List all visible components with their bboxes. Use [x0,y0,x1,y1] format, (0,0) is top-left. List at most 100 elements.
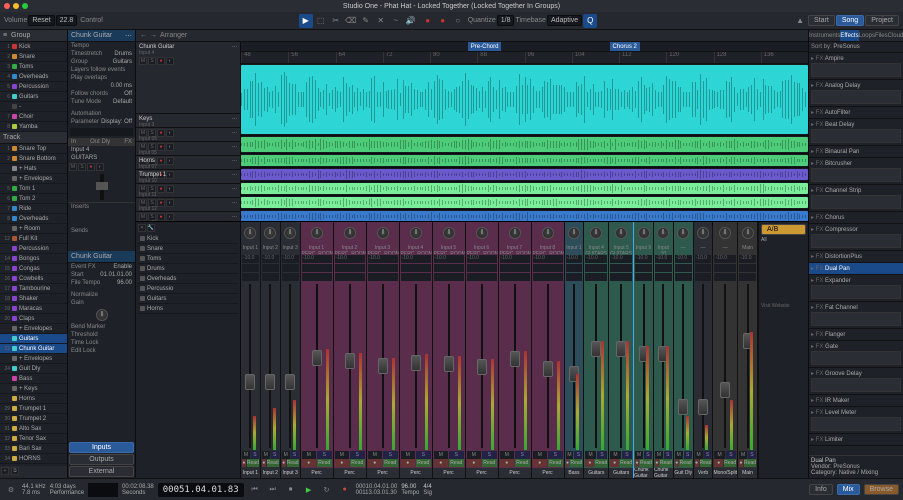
mute-btn[interactable]: M [635,451,643,459]
info-btn[interactable]: Info [809,484,833,495]
read-btn[interactable]: Read [640,459,652,467]
read-btn[interactable]: Read [548,459,563,467]
read-btn[interactable]: Read [515,459,530,467]
pan-knob[interactable] [410,227,422,239]
mute-btn[interactable]: M [610,451,620,459]
nav-back-icon[interactable]: ← [140,32,147,39]
tracks-header[interactable]: Track [0,132,67,144]
add-track-icon[interactable]: + [1,467,9,475]
pan-knob[interactable] [568,227,580,239]
pan-knob[interactable] [264,227,276,239]
ruler[interactable]: 48566472808896104112120128136 [241,52,808,64]
mute-btn[interactable]: M [675,451,683,459]
arm-all-icon[interactable]: ○ [451,14,465,28]
group-item[interactable]: - [0,102,67,112]
solo-btn[interactable]: S [548,451,563,459]
track-item[interactable]: 19Maracas [0,304,67,314]
track-item[interactable]: 5Tom 1 [0,184,67,194]
mix-group[interactable]: Drums [138,264,238,274]
pan-knob[interactable] [719,227,731,239]
rec-btn[interactable]: ● [610,459,619,467]
track-item[interactable]: + Envelopes [0,324,67,334]
min-dot[interactable] [13,3,19,9]
rec-btn[interactable]: ● [335,459,350,467]
mixer-wrench-icon[interactable]: 🔧 [147,224,155,232]
read-btn[interactable]: Read [449,459,464,467]
browser-tab[interactable]: Effects [840,30,858,41]
track-item[interactable]: 6Tom 2 [0,194,67,204]
mute-tool-icon[interactable]: ✕ [374,14,388,28]
track-header[interactable]: Trumpet 1⋯Input 10MS●◐ [136,170,240,184]
pan-knob[interactable] [244,227,256,239]
listen-tool-icon[interactable]: 🔊 [404,14,418,28]
ffwd-icon[interactable]: ⏭ [266,483,280,497]
pan-knob[interactable] [476,227,488,239]
track-item[interactable]: 18Shaker [0,294,67,304]
pre-roll-icon[interactable]: ● [436,14,450,28]
marker-lane[interactable]: Pre-ChordChorus 2 [241,42,808,52]
max-dot[interactable] [22,3,28,9]
solo-btn[interactable]: S [726,451,736,459]
auto-punch-icon[interactable]: ● [421,14,435,28]
mute-btn[interactable]: M [695,451,703,459]
pan-knob[interactable] [443,227,455,239]
rec-btn[interactable]: ● [242,459,246,467]
effect-item[interactable]: ▸ FX AutoFilter [809,107,903,119]
track-item[interactable]: 8Overheads [0,214,67,224]
mute-btn[interactable]: M [401,451,416,459]
read-btn[interactable]: Read [267,459,279,467]
audio-clip[interactable] [241,183,808,194]
param-value[interactable]: 22.8 [56,15,78,26]
solo-btn[interactable]: S [597,451,607,459]
effect-item[interactable]: ▸ FX Limiter [809,434,903,446]
browser-tab[interactable]: Cloud [888,30,903,41]
mixer-channel[interactable]: Input 4 PERC_ROOM -10.0 MS ●Read Perc [400,222,433,478]
effect-item[interactable]: ▸ FX Flanger [809,329,903,341]
browser-tab[interactable]: Files [875,30,888,41]
track-item[interactable]: + Room [0,224,67,234]
track-item[interactable]: 14Bongos [0,254,67,264]
fader-handle[interactable] [720,382,730,398]
track-item[interactable]: Percussion [0,244,67,254]
mute-btn[interactable]: M [533,451,548,459]
browser-tab[interactable]: Loops [859,30,875,41]
fader-handle[interactable] [477,359,487,375]
rec-btn[interactable]: ● [739,459,743,467]
read-btn[interactable]: Read [317,459,332,467]
rec-btn[interactable]: ● [714,459,723,467]
effect-item[interactable]: ▸ FX Expander [809,275,903,302]
mixer-channel[interactable]: Main -10.0 MS ●Read Main [738,222,758,478]
track-item[interactable]: 20Claps [0,314,67,324]
read-btn[interactable]: Read [383,459,398,467]
mute-btn[interactable]: M [467,451,482,459]
track-item[interactable]: 32Tenor Sax [0,434,67,444]
rec-btn[interactable]: ● [675,459,679,467]
effect-item[interactable]: ▸ FX Channel Strip [809,185,903,212]
group-item[interactable]: 7Choir [0,112,67,122]
read-btn[interactable]: Read [660,459,672,467]
audio-clip[interactable] [241,65,808,134]
mixer-channel[interactable]: — -10.0 MS ●Read Verb [694,222,714,478]
solo-btn[interactable]: S [416,451,431,459]
pan-knob[interactable] [284,227,296,239]
pan-knob[interactable] [542,227,554,239]
track-lanes[interactable] [241,64,808,221]
solo-btn[interactable]: S [449,451,464,459]
fader-handle[interactable] [312,350,322,366]
arrow-tool-icon[interactable]: ▶ [299,14,313,28]
pan-knob[interactable] [615,227,627,239]
track-item[interactable]: Horns [0,394,67,404]
mix-group[interactable]: Kick [138,234,238,244]
solo-btn[interactable]: S [704,451,712,459]
start-page-btn[interactable]: Start [808,15,835,26]
fader-handle[interactable] [510,351,520,367]
rec-btn[interactable]: ● [566,459,570,467]
settings-icon[interactable]: ⚙ [4,483,18,497]
inputs-btn[interactable]: Inputs [69,442,134,453]
read-btn[interactable]: Read [482,459,497,467]
mixer-channel[interactable]: — -10.0 MS ●Read Guit Dly [674,222,694,478]
mute-btn[interactable]: M [714,451,724,459]
rec-btn[interactable]: ● [434,459,449,467]
erase-tool-icon[interactable]: ⌫ [344,14,358,28]
mixer-channel[interactable]: Input 1 PERC_ROOM -10.0 MS ●Read Perc [301,222,334,478]
